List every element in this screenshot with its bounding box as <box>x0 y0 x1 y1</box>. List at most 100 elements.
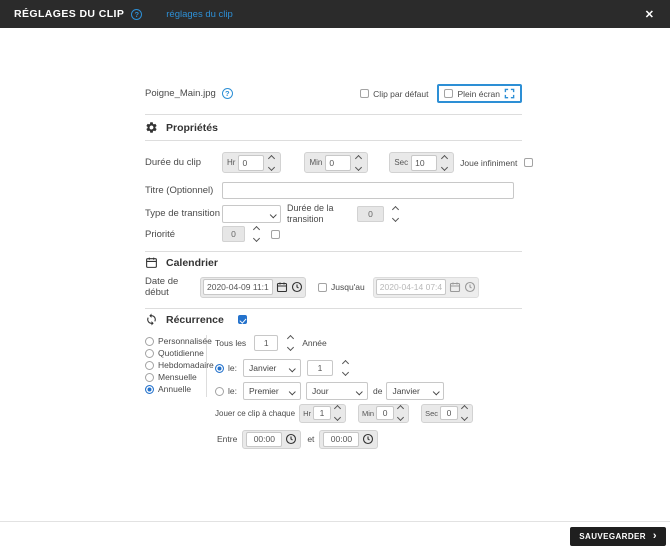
clock-picker-icon[interactable] <box>464 281 476 293</box>
play-sec-group: Sec <box>421 403 474 423</box>
recurrence-type-list: Personnalisée Quotidienne Hebdomadaire M… <box>145 335 214 397</box>
duration-label: Durée du clip <box>145 157 201 168</box>
play-hr-spinner[interactable] <box>333 404 342 422</box>
title-input[interactable] <box>222 182 514 199</box>
priority-row: Priorité 0 <box>145 225 280 243</box>
play-min-input[interactable] <box>376 406 395 420</box>
on-ordinal-radio[interactable] <box>215 386 224 396</box>
radio-button[interactable] <box>145 336 154 346</box>
until-date-group <box>372 276 479 298</box>
recurrence-option-personnalisee[interactable]: Personnalisée <box>145 335 212 347</box>
duration-sec-group: Sec <box>389 152 455 173</box>
between-end-group <box>319 429 379 449</box>
header-bar: RÉGLAGES DU CLIP ? réglages du clip ✕ <box>0 0 670 28</box>
title-row: Titre (Optionnel) <box>145 182 514 199</box>
every-year-row: Tous les Année <box>215 333 327 353</box>
ordinal-select[interactable]: Premier <box>242 382 301 400</box>
loop-checkbox[interactable] <box>524 158 534 167</box>
recurrence-option-mensuelle[interactable]: Mensuelle <box>145 371 206 383</box>
radio-button[interactable] <box>145 360 154 370</box>
close-icon[interactable]: ✕ <box>643 6 656 23</box>
save-label: SAUVEGARDER <box>579 532 646 541</box>
play-min-group: Min <box>357 403 410 423</box>
fullscreen-icon[interactable] <box>504 88 515 99</box>
footer-divider <box>0 521 670 522</box>
weekday-select[interactable]: Jour <box>305 382 368 400</box>
on-month-day-radio[interactable] <box>215 363 224 373</box>
priority-spinner[interactable] <box>252 225 261 243</box>
calendar-section-title: Calendrier <box>166 256 218 269</box>
radio-button-selected[interactable] <box>145 384 154 394</box>
on-label: le: <box>228 363 237 373</box>
play-hr-input[interactable] <box>312 406 331 420</box>
default-clip-checkbox[interactable] <box>360 89 370 98</box>
duration-hr-input[interactable] <box>238 154 265 171</box>
play-sec-input[interactable] <box>440 406 459 420</box>
duration-sec-spinner[interactable] <box>440 154 449 171</box>
gear-icon <box>146 122 157 133</box>
clock-picker-icon[interactable] <box>291 281 303 293</box>
on-label: le: <box>228 386 237 396</box>
recurrence-option-quotidienne[interactable]: Quotidienne <box>145 347 206 359</box>
clip-flags: Clip par défaut Plein écran <box>360 84 522 103</box>
recurrence-option-hebdomadaire[interactable]: Hebdomadaire <box>145 359 214 371</box>
play-every-label: Jouer ce clip à chaque <box>215 408 296 418</box>
recurrence-enabled-checkbox[interactable] <box>237 315 247 324</box>
radio-button[interactable] <box>145 348 154 358</box>
transition-type-select[interactable] <box>222 204 281 223</box>
properties-section-title: Propriétés <box>166 121 218 134</box>
recurrence-section-header: Récurrence <box>145 312 522 327</box>
calendar-icon <box>146 257 157 268</box>
clip-help-icon[interactable]: ? <box>221 88 233 99</box>
chevron-down-icon <box>269 211 276 218</box>
clip-filename: Poigne_Main.jpg <box>145 88 216 99</box>
calendar-picker-icon[interactable] <box>276 281 288 293</box>
page-title: RÉGLAGES DU CLIP <box>14 8 125 20</box>
recurrence-detail: Tous les Année le: Janvier le: Premier J… <box>215 333 474 449</box>
duration-hr-group: Hr <box>222 152 282 173</box>
chevron-right-icon: › <box>652 530 657 542</box>
day-of-month-spinner[interactable] <box>341 359 350 377</box>
of-month-select[interactable]: Janvier <box>386 382 445 400</box>
priority-checkbox[interactable] <box>271 229 280 239</box>
month-select[interactable]: Janvier <box>242 359 301 377</box>
fullscreen-option[interactable]: Plein écran <box>437 84 522 103</box>
duration-min-spinner[interactable] <box>354 154 363 171</box>
chevron-down-icon <box>433 388 440 396</box>
sec-unit-label: Sec <box>394 158 409 167</box>
duration-min-group: Min <box>304 152 369 173</box>
between-start-input[interactable] <box>246 431 283 447</box>
play-sec-spinner[interactable] <box>460 404 469 422</box>
day-of-month-input[interactable] <box>306 360 333 376</box>
calendar-picker-icon[interactable] <box>449 281 461 293</box>
between-end-input[interactable] <box>323 431 360 447</box>
duration-sec-input[interactable] <box>411 154 438 171</box>
duration-min-input[interactable] <box>325 154 352 171</box>
play-min-spinner[interactable] <box>396 404 405 422</box>
default-clip-label: Clip par défaut <box>373 88 429 99</box>
fullscreen-checkbox[interactable] <box>444 89 454 98</box>
duration-row: Durée du clip Hr Min Sec Joue infiniment <box>145 152 534 173</box>
help-icon[interactable]: ? <box>131 8 143 20</box>
start-date-input[interactable] <box>203 279 273 295</box>
clock-picker-icon[interactable] <box>285 433 297 445</box>
fullscreen-label: Plein écran <box>457 88 500 99</box>
save-button[interactable]: SAUVEGARDER › <box>570 527 666 546</box>
every-value-input[interactable] <box>254 335 279 351</box>
until-checkbox[interactable] <box>318 282 327 292</box>
recurrence-option-annuelle[interactable]: Annuelle <box>145 383 206 395</box>
clock-picker-icon[interactable] <box>362 433 374 445</box>
priority-label: Priorité <box>145 228 176 240</box>
until-date-input[interactable] <box>375 279 446 295</box>
sec-unit-label: Sec <box>425 408 439 418</box>
radio-button[interactable] <box>145 372 154 382</box>
min-unit-label: Min <box>309 158 323 167</box>
chevron-down-icon <box>356 388 363 396</box>
hr-unit-label: Hr <box>227 158 236 167</box>
every-label: Tous les <box>215 338 247 348</box>
duration-hr-spinner[interactable] <box>267 154 276 171</box>
every-value-spinner[interactable] <box>286 334 295 352</box>
breadcrumb-link[interactable]: réglages du clip <box>166 9 233 20</box>
transition-duration-spinner[interactable] <box>391 205 400 222</box>
and-label: et <box>307 434 315 444</box>
